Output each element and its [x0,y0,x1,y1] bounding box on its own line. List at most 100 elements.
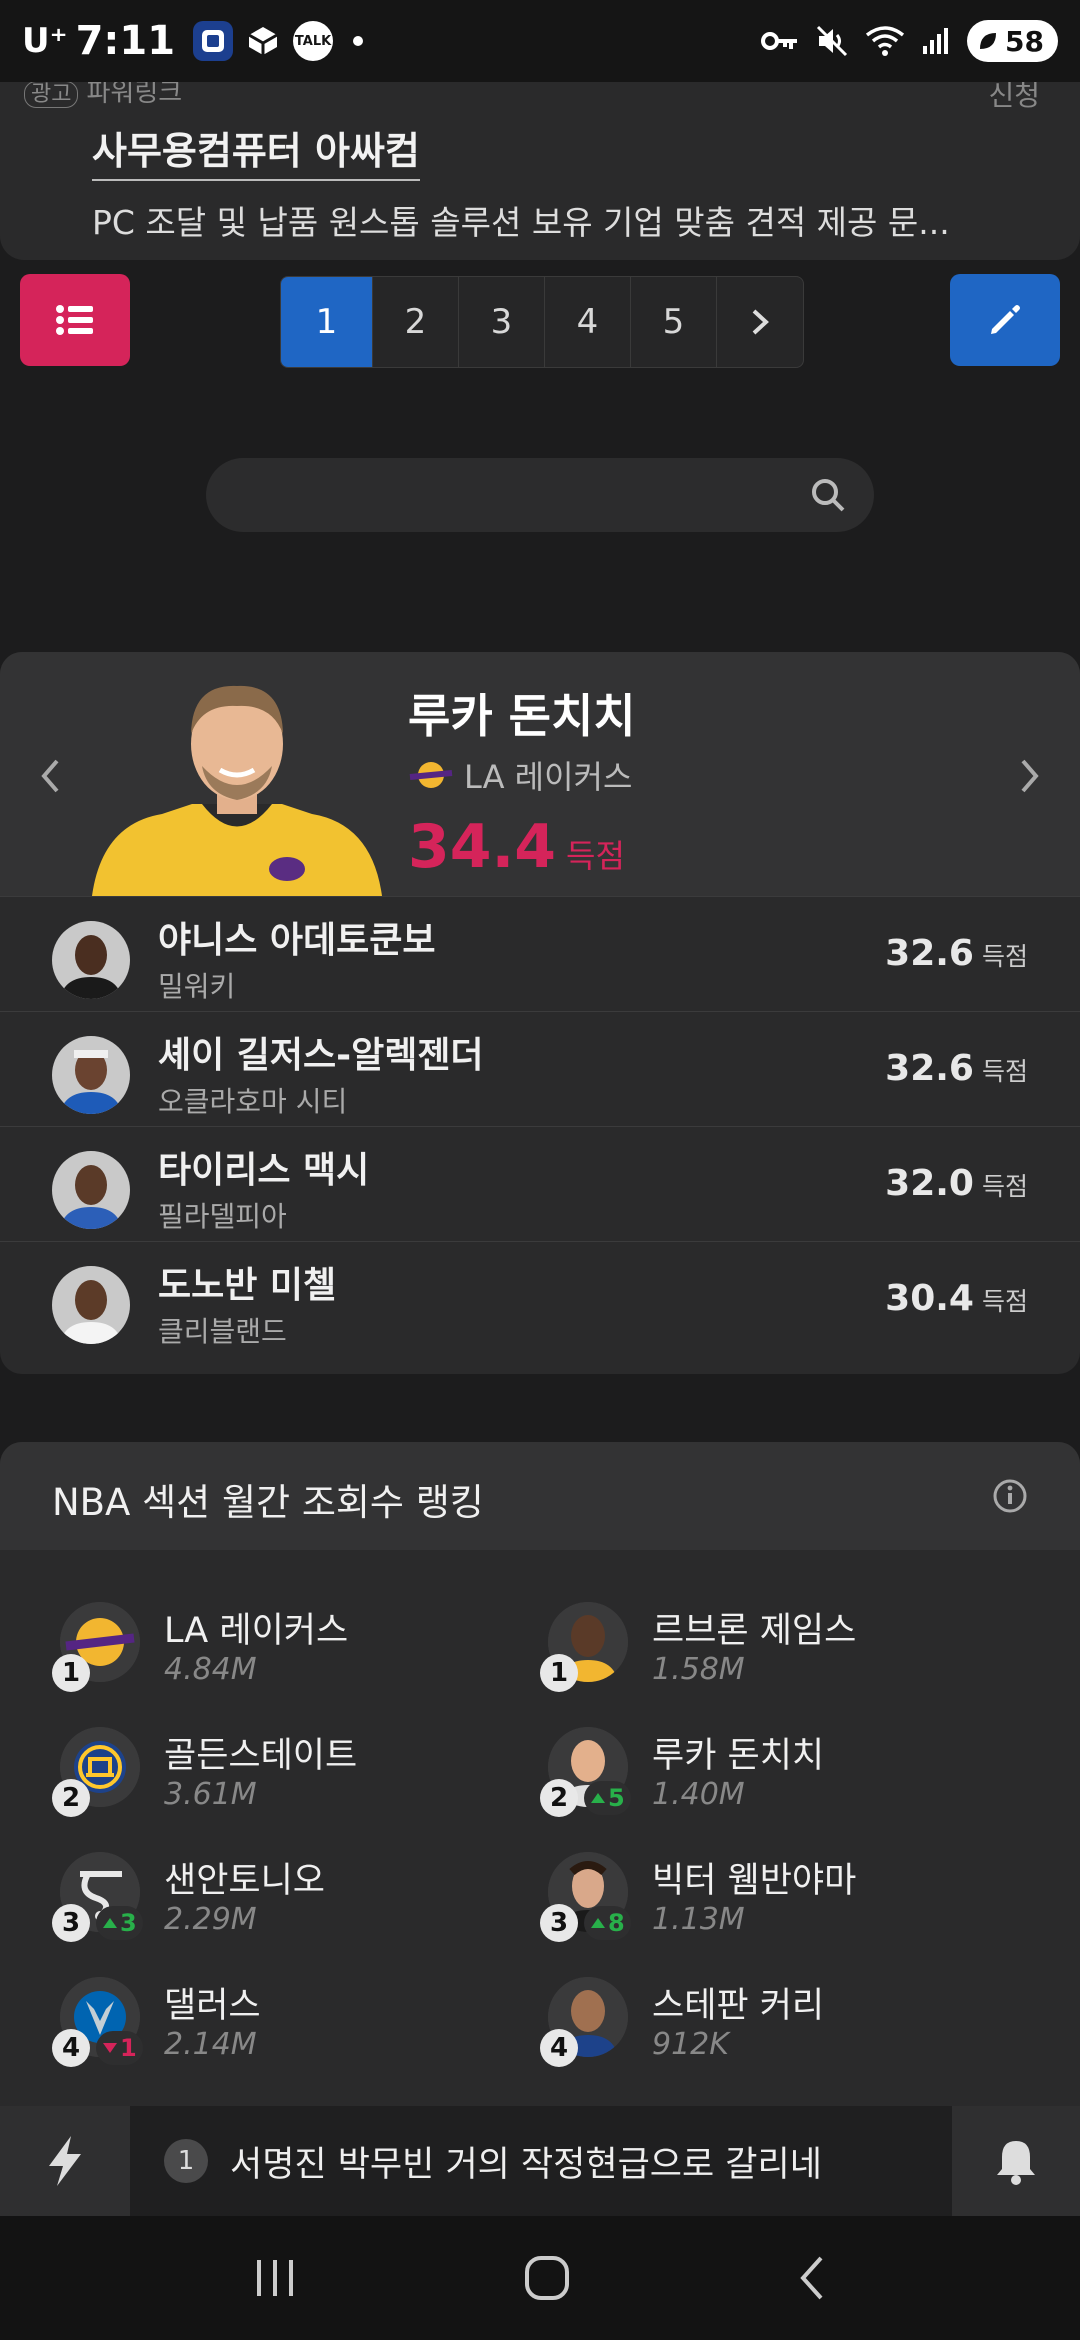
ranking-item-team[interactable]: 3 3 샌안토니오 2.29M [52,1852,540,1962]
page-4-button[interactable]: 4 [545,277,631,367]
leader-stat: 34.4 득점 [408,812,625,882]
kakaotalk-icon: TALK [293,21,334,61]
ranking-name: 골든스테이트 [164,1736,358,1776]
system-nav-bar [0,2216,1080,2340]
rank-number: 1 [540,1654,578,1692]
recent-apps-icon[interactable] [253,2258,297,2298]
rank-number: 3 [540,1904,578,1942]
rank-change-down: 1 [96,2031,143,2065]
ranking-item-player[interactable]: 3 8 빅터 웸반야마 1.13M [540,1852,1028,1962]
player-name: 야니스 아데토쿤보 [158,920,436,961]
list-menu-button[interactable] [20,274,130,366]
back-icon[interactable] [797,2254,827,2302]
page-1-button[interactable]: 1 [281,277,373,367]
player-stat: 32.0 득점 [885,1163,1028,1204]
info-icon[interactable] [992,1478,1028,1514]
search-input[interactable] [206,458,766,532]
ranking-views: 1.13M [652,1902,745,1937]
rank-number: 4 [52,2029,90,2067]
scoring-leaders-card: 루카 돈치치 LA 레이커스 34.4 득점 야니스 아데토쿤보 밀워키 32.… [0,652,1080,1374]
player-name: 셰이 길저스-알렉젠더 [158,1035,484,1076]
battery-level: 58 [1005,24,1044,58]
leader-team: LA 레이커스 [408,752,632,798]
triangle-up-icon [591,1918,605,1928]
notifications-button[interactable] [952,2106,1080,2216]
ranking-item-team[interactable]: 4 1 댈러스 2.14M [52,1977,540,2087]
player-team: 오클라호마 시티 [158,1085,348,1118]
player-stat: 32.6 득점 [885,1048,1028,1089]
pencil-icon [991,305,1020,334]
ranking-name: 르브론 제임스 [652,1611,857,1651]
ranking-item-player[interactable]: 1 르브론 제임스 1.58M [540,1602,1028,1712]
ticker-rank: 1 [164,2139,208,2183]
write-post-button[interactable] [950,274,1060,366]
leader-hero[interactable]: 루카 돈치치 LA 레이커스 34.4 득점 [0,652,1080,896]
home-icon[interactable] [523,2254,571,2302]
battery-indicator: 58 [967,20,1058,62]
next-arrow-icon[interactable] [1018,757,1042,795]
triangle-up-icon [591,1793,605,1803]
search-bar [206,458,874,532]
player-name: 도노반 미첼 [158,1265,337,1306]
list-icon [56,305,93,335]
rank-number: 4 [540,2029,578,2067]
ranking-views: 912K [652,2027,729,2062]
ranking-views: 3.61M [164,1777,257,1812]
ranking-views: 2.14M [164,2027,257,2062]
pagination: 1 2 3 4 5 [280,276,804,368]
leader-row[interactable]: 셰이 길저스-알렉젠더 오클라호마 시티 32.6 득점 [0,1011,1080,1126]
rank-number: 3 [52,1904,90,1942]
ranking-name: 댈러스 [164,1986,261,2026]
ranking-item-player[interactable]: 2 5 루카 돈치치 1.40M [540,1727,1028,1837]
quick-button[interactable] [0,2106,130,2216]
player-avatar [52,1036,130,1114]
lakers-logo-icon [409,762,453,788]
ranking-item-team[interactable]: 1 LA 레이커스 4.84M [52,1602,540,1712]
ranking-item-team[interactable]: 2 골든스테이트 3.61M [52,1727,540,1837]
previous-arrow-icon[interactable] [38,757,62,795]
mute-icon [816,25,848,57]
bell-icon [997,2141,1035,2185]
ranking-views: 1.40M [652,1777,745,1812]
clock: 7:11 [75,18,176,64]
notification-dot [353,36,364,46]
leader-row[interactable]: 타이리스 맥시 필라델피아 32.0 득점 [0,1126,1080,1241]
player-team: 밀워키 [158,970,236,1003]
lightning-icon [49,2136,81,2186]
page-3-button[interactable]: 3 [459,277,545,367]
ranking-views: 1.58M [652,1652,745,1687]
ad-title[interactable]: 사무용컴퓨터 아싸컴 [92,120,420,181]
rank-change-up: 5 [584,1781,631,1815]
page-5-button[interactable]: 5 [631,277,717,367]
ranking-header: NBA 섹션 월간 조회수 랭킹 [0,1442,1080,1550]
search-icon[interactable] [808,475,848,515]
ranking-name: 루카 돈치치 [652,1736,825,1776]
leader-stat-value: 34.4 [408,812,557,882]
leader-row[interactable]: 도노반 미첼 클리블랜드 30.4 득점 [0,1241,1080,1356]
chevron-right-icon [752,309,769,335]
triangle-up-icon [103,1918,117,1928]
player-team: 필라델피아 [158,1200,287,1233]
vpn-key-icon [761,32,798,50]
player-team: 클리블랜드 [158,1315,287,1348]
triangle-down-icon [103,2043,117,2053]
ad-card[interactable]: 광고 파워링크 신청 사무용컴퓨터 아싸컴 PC 조달 및 납품 원스톱 솔루션 … [0,60,1080,260]
next-page-button[interactable] [717,277,803,367]
rank-number: 1 [52,1654,90,1692]
leader-row[interactable]: 야니스 아데토쿤보 밀워키 32.6 득점 [0,896,1080,1011]
ranking-title: NBA 섹션 월간 조회수 랭킹 [52,1481,484,1524]
ranking-name: 스테판 커리 [652,1986,825,2026]
rank-number: 2 [540,1779,578,1817]
ad-description: PC 조달 및 납품 원스톱 솔루션 보유 기업 맞춤 견적 제공 문... [92,203,950,242]
rank-change-up: 3 [96,1906,143,1940]
rank-number: 2 [52,1779,90,1817]
ticker-post[interactable]: 1 서명진 박무빈 거의 작정현급으로 갈리네 [130,2106,952,2216]
rank-change-up: 8 [584,1906,631,1940]
ranking-item-player[interactable]: 4 스테판 커리 912K [540,1977,1028,2087]
ranking-name: LA 레이커스 [164,1611,349,1651]
kb-app-icon [193,21,234,61]
ranking-name: 샌안토니오 [164,1861,326,1901]
page-2-button[interactable]: 2 [373,277,459,367]
wifi-icon [865,26,905,56]
player-avatar [52,921,130,999]
